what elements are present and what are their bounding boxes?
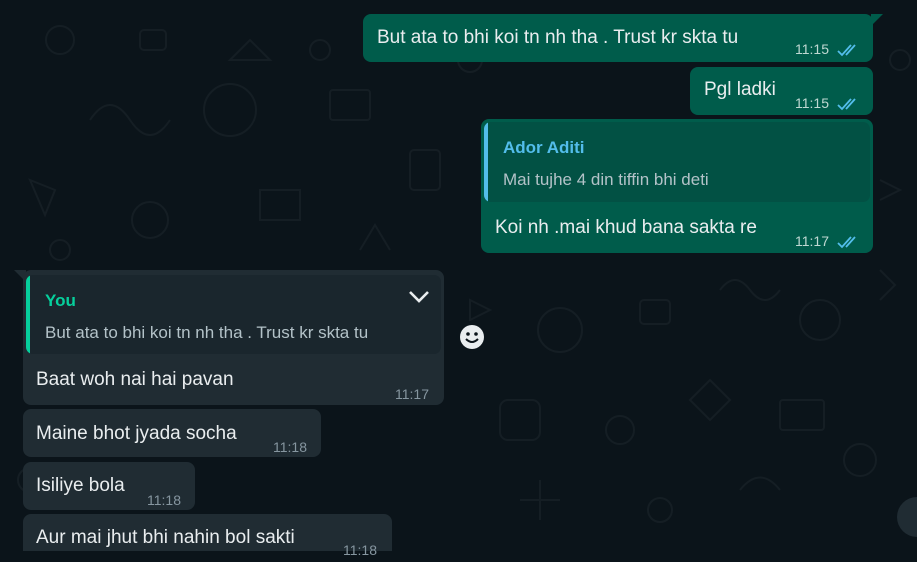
message-meta: 11:15	[795, 37, 861, 61]
message-text: Pgl ladki	[704, 79, 776, 100]
message-time: 11:15	[795, 95, 829, 111]
message-time: 11:18	[147, 492, 181, 508]
chat-message-list: But ata to bhi koi tn nh tha . Trust kr …	[0, 0, 917, 558]
outgoing-reply-message[interactable]: Ador Aditi Mai tujhe 4 din tiffin bhi de…	[481, 119, 873, 253]
emoji-reaction-button[interactable]	[456, 321, 488, 353]
quote-text: But ata to bhi koi tn nh tha . Trust kr …	[45, 323, 369, 342]
message-text: Koi nh .mai khud bana sakta re	[495, 217, 757, 238]
outgoing-message[interactable]: Pgl ladki 11:15	[690, 67, 873, 115]
message-text: Baat woh nai hai pavan	[36, 369, 234, 390]
read-ticks-icon	[837, 98, 856, 111]
smiley-icon	[460, 325, 484, 349]
incoming-message[interactable]: Isiliye bola 11:18	[23, 462, 195, 510]
quoted-message[interactable]: Ador Aditi Mai tujhe 4 din tiffin bhi de…	[484, 122, 870, 202]
message-time: 11:15	[795, 41, 829, 57]
incoming-reply-message[interactable]: You But ata to bhi koi tn nh tha . Trust…	[23, 270, 444, 405]
bubble-tail-icon	[871, 14, 883, 26]
read-ticks-icon	[837, 236, 856, 249]
quote-accent-bar	[26, 275, 30, 354]
message-text: But ata to bhi koi tn nh tha . Trust kr …	[377, 27, 739, 48]
quote-text: Mai tujhe 4 din tiffin bhi deti	[503, 170, 709, 189]
message-time: 11:18	[343, 542, 377, 558]
message-text: Maine bhot jyada socha	[36, 423, 237, 444]
message-text: Isiliye bola	[36, 475, 125, 496]
incoming-message[interactable]: Maine bhot jyada socha 11:18	[23, 409, 321, 457]
quote-accent-bar	[484, 122, 488, 202]
incoming-message[interactable]: Aur mai jhut bhi nahin bol sakti 11:18	[23, 514, 392, 558]
message-time: 11:18	[273, 439, 307, 455]
read-ticks-icon	[837, 44, 856, 57]
quote-author: You	[45, 291, 76, 310]
quote-author: Ador Aditi	[503, 138, 585, 157]
message-meta: 11:17	[795, 229, 861, 253]
outgoing-message[interactable]: But ata to bhi koi tn nh tha . Trust kr …	[363, 14, 873, 62]
chevron-down-icon[interactable]	[407, 289, 431, 305]
message-text: Aur mai jhut bhi nahin bol sakti	[36, 527, 295, 548]
scroll-to-bottom-button[interactable]	[897, 497, 917, 537]
message-time: 11:17	[795, 233, 829, 249]
quoted-message[interactable]: You But ata to bhi koi tn nh tha . Trust…	[26, 275, 441, 354]
message-time: 11:17	[395, 386, 429, 402]
message-meta: 11:15	[795, 91, 861, 115]
